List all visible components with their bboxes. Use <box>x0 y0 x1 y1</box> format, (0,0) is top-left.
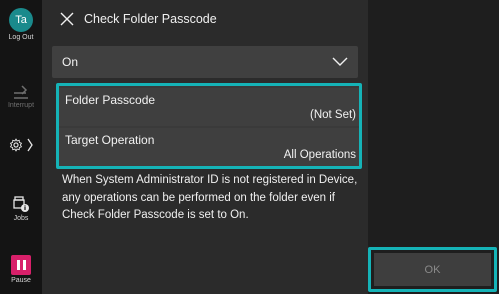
title-bar: Check Folder Passcode <box>42 0 368 38</box>
interrupt-button[interactable]: Interrupt <box>0 84 42 109</box>
folder-passcode-row[interactable]: Folder Passcode (Not Set) <box>59 88 359 126</box>
pause-button[interactable]: Pause <box>0 255 42 284</box>
jobs-label: Jobs <box>13 215 29 222</box>
logout-label: Log Out <box>8 34 34 41</box>
passcode-check-dropdown[interactable]: On <box>52 46 358 78</box>
chevron-down-icon <box>332 57 348 66</box>
ok-button[interactable]: OK <box>374 253 491 286</box>
settings-group: Folder Passcode (Not Set) Target Operati… <box>56 83 362 169</box>
target-operation-value: All Operations <box>283 149 356 161</box>
interrupt-label: Interrupt <box>7 102 35 109</box>
close-button[interactable] <box>54 6 80 32</box>
pause-icon <box>11 255 31 275</box>
info-text: When System Administrator ID is not regi… <box>62 174 358 221</box>
main-panel: Check Folder Passcode On Folder Passcode… <box>42 0 368 294</box>
folder-passcode-label: Folder Passcode <box>65 93 156 107</box>
device-settings-button[interactable] <box>0 135 42 155</box>
folder-passcode-value: (Not Set) <box>309 109 356 121</box>
page-title: Check Folder Passcode <box>84 12 217 26</box>
avatar: Ta <box>9 8 33 32</box>
close-icon <box>60 12 74 26</box>
chevron-right-icon <box>27 138 33 152</box>
gear-icon <box>9 138 23 152</box>
logout-button[interactable]: Ta Log Out <box>0 8 42 41</box>
target-operation-row[interactable]: Target Operation All Operations <box>59 128 359 166</box>
pause-bar-left <box>16 260 20 270</box>
pause-bar-right <box>22 260 26 270</box>
dropdown-selected-value: On <box>62 55 79 69</box>
jobs-icon <box>13 196 29 212</box>
left-rail: Ta Log Out Interrupt Jobs Pause <box>0 0 42 294</box>
pause-label: Pause <box>11 277 31 284</box>
jobs-button[interactable]: Jobs <box>0 195 42 222</box>
ok-button-frame: OK <box>368 247 497 292</box>
interrupt-icon <box>14 85 28 99</box>
target-operation-label: Target Operation <box>65 133 155 147</box>
